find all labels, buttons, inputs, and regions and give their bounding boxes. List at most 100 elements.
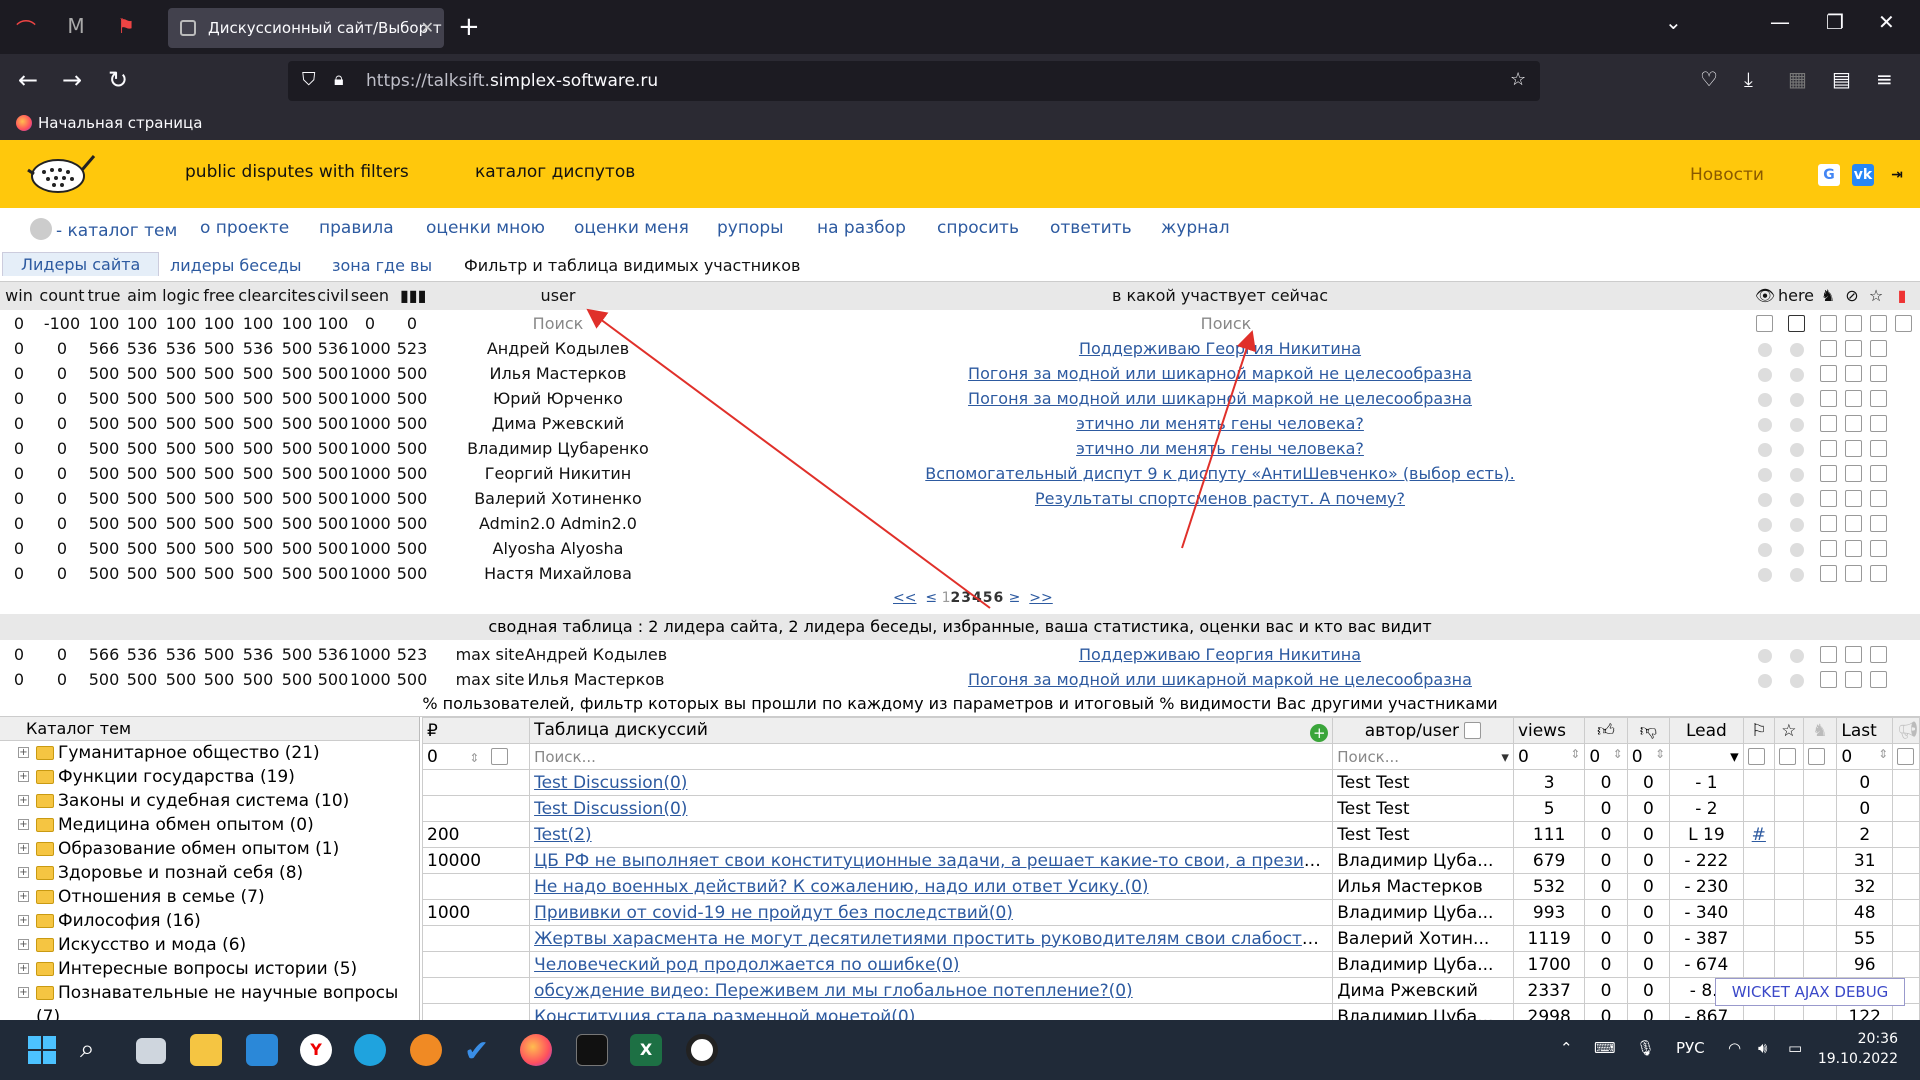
row-star-checkbox[interactable] [1870, 515, 1887, 532]
person-filter[interactable] [1802, 743, 1838, 770]
back-icon[interactable]: ← [18, 66, 38, 94]
filter-person-checkbox[interactable] [1820, 315, 1837, 332]
discussion-search-input[interactable]: Поиск [1026, 314, 1426, 333]
filter-eye-checkbox[interactable] [1756, 315, 1773, 332]
filter-seen[interactable]: 0 [350, 314, 390, 333]
col-discussion-table[interactable]: Таблица дискуссий + [529, 717, 1334, 744]
row-person-checkbox[interactable] [1820, 671, 1837, 688]
row-hidden-checkbox[interactable] [1845, 565, 1862, 582]
cell-discussion-link[interactable]: Поддерживаю Георгия Никитина [1079, 645, 1361, 664]
expand-icon[interactable]: + [18, 963, 29, 974]
megaphone-filter[interactable] [1892, 743, 1920, 770]
col-clear[interactable]: clear [236, 286, 280, 305]
google-icon[interactable]: G [1818, 164, 1840, 186]
cell-user[interactable]: Admin2.0 Admin2.0 [458, 514, 658, 533]
tab-conversation-leaders[interactable]: лидеры беседы [170, 256, 301, 275]
tree-item[interactable]: + Философия (16) [0, 909, 419, 933]
row-hidden-checkbox[interactable] [1845, 671, 1862, 688]
cell-discussion-link[interactable]: Погоня за модной или шикарной маркой не … [968, 389, 1472, 408]
expand-icon[interactable]: + [18, 867, 29, 878]
active-tab[interactable]: Дискуссионный сайт/Выбор т ✕ [168, 8, 444, 48]
cell-user[interactable]: Андрей Кодылев [458, 339, 658, 358]
cell-discussion-link[interactable]: Вспомогательный диспут 9 к диспуту «Анти… [925, 464, 1514, 483]
wicket-ajax-debug-button[interactable]: WICKET AJAX DEBUG [1715, 978, 1905, 1006]
expand-icon[interactable]: + [18, 795, 29, 806]
cell-discussion-link[interactable]: Погоня за модной или шикарной маркой не … [968, 670, 1472, 689]
discussion-title-link[interactable]: Конституция стала разменной монетой(0) [534, 1007, 915, 1021]
filter-here-checkbox[interactable] [1788, 315, 1805, 332]
cell-user[interactable]: Андрей Кодылев [496, 645, 696, 664]
bookmark-home[interactable]: Начальная страница [16, 114, 202, 132]
menu-about[interactable]: о проекте [200, 218, 289, 238]
filter-aim[interactable]: 100 [124, 314, 160, 333]
filter-star-checkbox[interactable] [1870, 315, 1887, 332]
microphone-icon[interactable]: 🎙︎ [1636, 1039, 1655, 1057]
megaphone-icon[interactable]: 📢︎ [1892, 717, 1920, 744]
file-explorer-icon[interactable] [190, 1034, 222, 1066]
cell-user[interactable]: Валерий Хотиненко [458, 489, 658, 508]
tab-filter-table[interactable]: Фильтр и таблица видимых участников [464, 256, 800, 275]
tree-item[interactable]: (7) [0, 1005, 419, 1020]
new-tab-icon[interactable]: + [458, 12, 480, 42]
cell-user[interactable]: Юрий Юрченко [458, 389, 658, 408]
col-author[interactable]: автор/user [1332, 717, 1514, 744]
shield-icon[interactable]: ⛉ [302, 69, 316, 90]
col-logic[interactable]: logic [160, 286, 202, 305]
row-star-checkbox[interactable] [1870, 565, 1887, 582]
expand-icon[interactable]: + [18, 747, 29, 758]
views-filter[interactable]: 0 ⇕ [1512, 743, 1586, 770]
pocket-icon[interactable]: ♡ [1700, 67, 1718, 91]
discussion-title-link[interactable]: Жертвы харасмента не могут десятилетиями… [534, 929, 1332, 949]
row-person-checkbox[interactable] [1820, 415, 1837, 432]
row-hidden-checkbox[interactable] [1845, 515, 1862, 532]
expand-icon[interactable]: + [18, 939, 29, 950]
keyboard-icon[interactable]: ⌨ [1594, 1039, 1616, 1057]
row-star-checkbox[interactable] [1870, 671, 1887, 688]
star-column-icon[interactable]: ☆ [1773, 717, 1804, 744]
author-checkbox[interactable] [1464, 721, 1482, 739]
tree-item[interactable]: + Искусство и мода (6) [0, 933, 419, 957]
login-icon[interactable]: ⇥ [1886, 164, 1908, 186]
filter-flag-checkbox[interactable] [1895, 315, 1912, 332]
row-hidden-checkbox[interactable] [1845, 465, 1862, 482]
cell-user[interactable]: Alyosha Alyosha [458, 539, 658, 558]
cell-flag-link[interactable]: # [1752, 825, 1766, 845]
lock-icon[interactable]: 🔒︎ [334, 69, 344, 90]
menu-review[interactable]: на разбор [817, 218, 906, 238]
person-column-icon[interactable]: ♞ [1802, 717, 1838, 744]
filter-free[interactable]: 100 [202, 314, 236, 333]
cell-user[interactable]: Настя Михайлова [458, 564, 658, 583]
filter-clear[interactable]: 100 [236, 314, 280, 333]
col-civil[interactable]: civil [316, 286, 350, 305]
discussion-title-link[interactable]: Test Discussion(0) [534, 773, 687, 793]
cell-discussion-link[interactable]: Погоня за модной или шикарной маркой не … [968, 364, 1472, 383]
cell-author[interactable]: Валерий Хотин... [1332, 925, 1514, 952]
person-icon[interactable]: ♞ [1818, 286, 1838, 305]
row-star-checkbox[interactable] [1870, 390, 1887, 407]
row-hidden-checkbox[interactable] [1845, 340, 1862, 357]
row-hidden-checkbox[interactable] [1845, 646, 1862, 663]
forward-icon[interactable]: → [62, 66, 82, 94]
filter-cites[interactable]: 100 [278, 314, 316, 333]
tray-expand-icon[interactable]: ⌃ [1560, 1039, 1573, 1057]
col-seen[interactable]: seen [350, 286, 390, 305]
bar-chart-icon[interactable]: ▮▮▮ [400, 286, 426, 305]
cell-author[interactable]: Владимир Цуба... [1332, 951, 1514, 978]
url-bar[interactable]: ⛉ 🔒︎ https://talksift.simplex-software.r… [288, 61, 1540, 101]
row-person-checkbox[interactable] [1820, 465, 1837, 482]
expand-icon[interactable]: + [18, 771, 29, 782]
colander-logo-icon[interactable] [26, 148, 96, 198]
discussion-title-link[interactable]: Test(2) [534, 825, 592, 845]
row-person-checkbox[interactable] [1820, 440, 1837, 457]
pinned-mic-icon[interactable]: ⚑ [114, 14, 138, 38]
filter-logic[interactable]: 100 [160, 314, 202, 333]
row-hidden-checkbox[interactable] [1845, 390, 1862, 407]
vk-icon[interactable]: vk [1852, 164, 1874, 186]
hidden-eye-icon[interactable]: ⊘ [1842, 286, 1862, 305]
row-person-checkbox[interactable] [1820, 540, 1837, 557]
expand-icon[interactable]: + [18, 891, 29, 902]
menu-rules[interactable]: правила [319, 218, 394, 238]
discussion-title-link[interactable]: Прививки от covid-19 не пройдут без посл… [534, 903, 1013, 923]
star-icon[interactable]: ☆ [1510, 69, 1526, 90]
row-hidden-checkbox[interactable] [1845, 365, 1862, 382]
